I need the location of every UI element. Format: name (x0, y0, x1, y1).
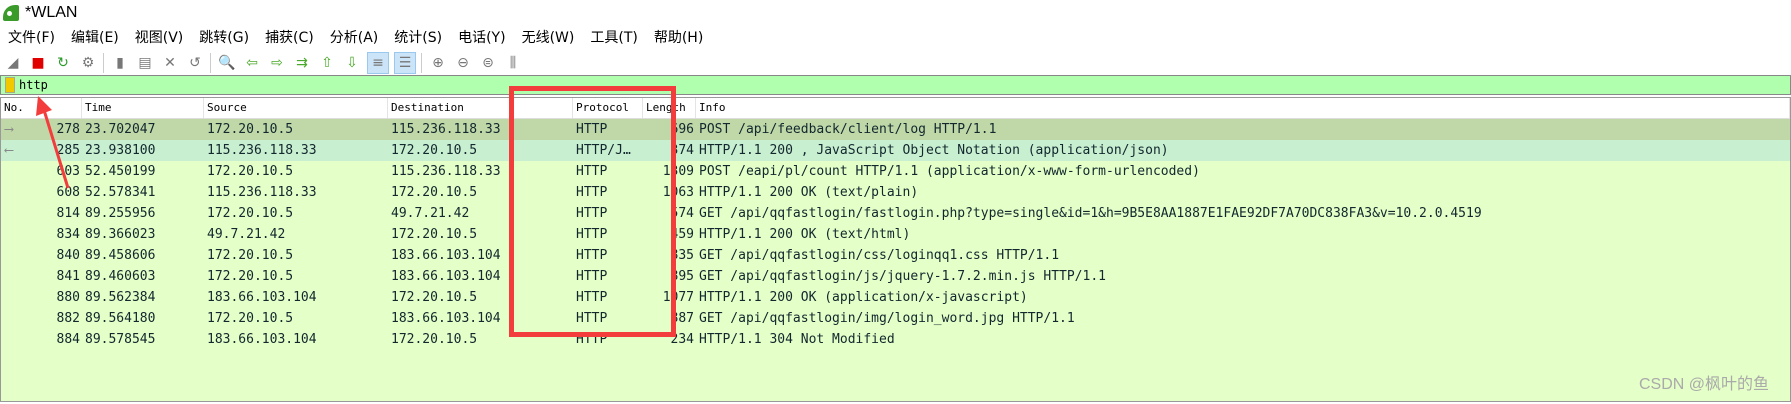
toolbar-separator (421, 53, 422, 73)
cell-info: POST /eapi/pl/count HTTP/1.1 (applicatio… (699, 164, 1200, 179)
packet-list: No. Time Source Destination Protocol Length In… (0, 97, 1791, 402)
cell-source: 49.7.21.42 (207, 227, 286, 242)
cell-info: HTTP/1.1 200 OK (text/plain) (699, 185, 919, 200)
cell-info: HTTP/1.1 304 Not Modified (699, 332, 895, 347)
zoom-out-icon[interactable]: ⊖ (453, 53, 473, 73)
cell-info: HTTP/1.1 200 OK (application/x-javascrip… (699, 290, 1028, 305)
cell-time: 89.562384 (85, 290, 156, 305)
cell-no: 882 (56, 311, 80, 326)
display-filter-bar (0, 75, 1791, 95)
cell-no: 841 (56, 269, 80, 284)
cell-source: 183.66.103.104 (207, 290, 317, 305)
close-file-icon[interactable]: ✕ (160, 53, 180, 73)
packet-row[interactable]: 884 89.578545 183.66.103.104 172.20.10.5 HTT… (1, 329, 1790, 350)
first-packet-icon[interactable]: ⇧ (317, 53, 337, 73)
menu-item-2[interactable]: 视图(V) (127, 27, 192, 49)
main-toolbar: ◢ ■ ↻ ⚙ ▮ ▤ ✕ ↺ 🔍 ⇦ ⇨ ⇉ ⇧ ⇩ ≡ ☰ ⊕ ⊖ ⊜ ⫼ (0, 50, 1791, 77)
cell-time: 89.366023 (85, 227, 156, 242)
reload-file-icon[interactable]: ↺ (185, 53, 205, 73)
column-header-source[interactable]: Source (204, 98, 388, 118)
find-packet-icon[interactable]: 🔍 (217, 53, 237, 73)
packet-row[interactable]: 882 89.564180 172.20.10.5 183.66.103.104 HTT… (1, 308, 1790, 329)
colorize-icon[interactable]: ☰ (394, 52, 416, 74)
cell-source: 172.20.10.5 (207, 164, 294, 179)
cell-info: GET /api/qqfastlogin/fastlogin.php?type=… (699, 206, 1482, 221)
menu-item-3[interactable]: 跳转(G) (191, 27, 257, 49)
cell-source: 115.236.118.33 (207, 143, 317, 158)
menu-item-9[interactable]: 工具(T) (582, 27, 645, 49)
cell-info: POST /api/feedback/client/log HTTP/1.1 (699, 122, 997, 137)
go-back-icon[interactable]: ⇦ (242, 53, 262, 73)
last-packet-icon[interactable]: ⇩ (342, 53, 362, 73)
cell-source: 172.20.10.5 (207, 248, 294, 263)
packet-row[interactable]: 841 89.460603 172.20.10.5 183.66.103.104 HTT… (1, 266, 1790, 287)
cell-source: 183.66.103.104 (207, 332, 317, 347)
annotation-arrow-icon (36, 96, 70, 189)
menu-item-4[interactable]: 捕获(C) (257, 27, 322, 49)
packet-row[interactable]: ⟵ 285 23.938100 115.236.118.33 172.20.10.5 HT… (1, 140, 1790, 161)
title-bar: *WLAN (0, 0, 1791, 26)
watermark: CSDN @枫叶的鱼 (1638, 376, 1769, 393)
cell-no: 880 (56, 290, 80, 305)
packet-row[interactable]: 608 52.578341 115.236.118.33 172.20.10.5 HTT… (1, 182, 1790, 203)
cell-info: GET /api/qqfastlogin/img/login_word.jpg … (699, 311, 1075, 326)
cell-source: 172.20.10.5 (207, 206, 294, 221)
cell-source: 172.20.10.5 (207, 269, 294, 284)
packet-row[interactable]: ⟶ 278 23.702047 172.20.10.5 115.236.118.33 HT… (1, 119, 1790, 140)
column-header-info[interactable]: Info (696, 98, 1790, 118)
menu-item-8[interactable]: 无线(W) (514, 27, 583, 49)
annotation-highlight-box (509, 86, 676, 337)
cell-no: 834 (56, 227, 80, 242)
cell-info: HTTP/1.1 200 , JavaScript Object Notatio… (699, 143, 1169, 158)
auto-scroll-icon[interactable]: ≡ (367, 52, 389, 74)
menu-item-10[interactable]: 帮助(H) (646, 27, 711, 49)
packet-row[interactable]: 880 89.562384 183.66.103.104 172.20.10.5 HTT… (1, 287, 1790, 308)
cell-source: 115.236.118.33 (207, 185, 317, 200)
cell-no: 814 (56, 206, 80, 221)
toolbar-separator (210, 53, 211, 73)
normal-size-icon[interactable]: ⊜ (478, 53, 498, 73)
resize-columns-icon[interactable]: ⫼ (503, 53, 523, 73)
cell-no: 884 (56, 332, 80, 347)
go-to-packet-icon[interactable]: ⇉ (292, 53, 312, 73)
cell-time: 89.578545 (85, 332, 156, 347)
cell-no: 840 (56, 248, 80, 263)
cell-time: 89.564180 (85, 311, 156, 326)
cell-source: 172.20.10.5 (207, 311, 294, 326)
cell-info: HTTP/1.1 200 OK (text/html) (699, 227, 911, 242)
packet-row[interactable]: 834 89.366023 49.7.21.42 172.20.10.5 HTTP 459… (1, 224, 1790, 245)
packet-row[interactable]: 603 52.450199 172.20.10.5 115.236.118.33 HTT… (1, 161, 1790, 182)
cell-info: GET /api/qqfastlogin/css/loginqq1.css HT… (699, 248, 1060, 263)
cell-time: 89.460603 (85, 269, 156, 284)
menu-item-7[interactable]: 电话(Y) (450, 27, 513, 49)
cell-source: 172.20.10.5 (207, 122, 294, 137)
packet-row[interactable]: 814 89.255956 172.20.10.5 49.7.21.42 HTTP 574… (1, 203, 1790, 224)
cell-time: 89.255956 (85, 206, 156, 221)
packet-list-header: No. Time Source Destination Protocol Length In… (1, 98, 1790, 119)
save-file-icon[interactable]: ▤ (135, 53, 155, 73)
packet-row[interactable]: 840 89.458606 172.20.10.5 183.66.103.104 HTT… (1, 245, 1790, 266)
menu-item-6[interactable]: 统计(S) (386, 27, 450, 49)
cell-time: 89.458606 (85, 248, 156, 263)
zoom-in-icon[interactable]: ⊕ (428, 53, 448, 73)
go-forward-icon[interactable]: ⇨ (267, 53, 287, 73)
cell-info: GET /api/qqfastlogin/js/jquery-1.7.2.min… (699, 269, 1106, 284)
menu-item-5[interactable]: 分析(A) (322, 27, 387, 49)
